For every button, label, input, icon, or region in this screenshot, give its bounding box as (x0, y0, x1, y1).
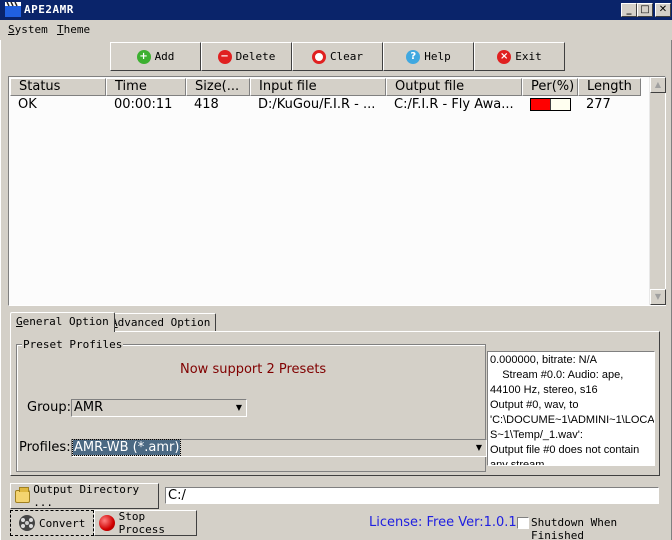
folder-icon (15, 486, 31, 503)
vertical-scrollbar[interactable]: ▲ ▼ (649, 77, 666, 305)
shutdown-label[interactable]: Shutdown When Finished (531, 516, 672, 540)
progress-bar (530, 98, 571, 111)
cell-percent (522, 96, 578, 113)
presets-note: Now support 2 Presets (180, 362, 327, 377)
license-info: License: Free Ver:1.0.1 (369, 515, 517, 530)
close-icon: ✕ (658, 4, 668, 15)
progress-fill (531, 99, 551, 110)
plus-icon: + (136, 49, 151, 64)
delete-button[interactable]: − Delete (201, 42, 292, 71)
log-line: Output #0, wav, to (490, 399, 579, 411)
column-output-file[interactable]: Output file (386, 78, 522, 96)
clapperboard-icon (5, 2, 21, 17)
menu-system[interactable]: System (8, 23, 48, 36)
cell-output-file: C:/F.I.R - Fly Awa... (394, 97, 514, 112)
arrow-up-icon: ▲ (654, 80, 662, 89)
tab-advanced-option[interactable]: Advanced Option (105, 313, 217, 331)
clear-button[interactable]: Clear (292, 42, 383, 71)
output-directory-input[interactable]: C:/ (165, 487, 659, 504)
menu-bar: System Theme (0, 20, 672, 40)
film-reel-icon (19, 515, 35, 531)
arrow-down-icon: ▼ (654, 292, 662, 301)
group-label: Group: (27, 400, 71, 415)
log-output[interactable]: 0.000000, bitrate: N/A Stream #0.0: Audi… (487, 351, 655, 466)
log-line: 0.000000, bitrate: N/A (490, 354, 598, 366)
file-list-header: Status Time Size(... Input file Output f… (10, 78, 641, 96)
cell-size: 418 (194, 97, 219, 112)
question-icon: ? (406, 49, 421, 64)
window-title: APE2AMR (24, 3, 74, 16)
frame-left (0, 40, 2, 540)
log-line: Stream #0.0: Audio: ape, (490, 369, 624, 381)
maximize-button[interactable]: □ (637, 3, 653, 17)
cell-input-file: D:/KuGou/F.I.R - ... (258, 97, 376, 112)
scroll-down-button[interactable]: ▼ (650, 289, 666, 305)
cell-status: OK (18, 97, 37, 112)
log-line: Output file #0 does not contain (490, 444, 640, 456)
column-status[interactable]: Status (10, 78, 106, 96)
minus-icon: − (217, 49, 232, 64)
help-button[interactable]: ? Help (383, 42, 474, 71)
table-row[interactable]: OK 00:00:11 418 D:/KuGou/F.I.R - ... C:/… (10, 96, 641, 113)
column-input-file[interactable]: Input file (250, 78, 386, 96)
title-bar[interactable]: APE2AMR _ □ ✕ (0, 0, 672, 20)
stop-icon (99, 515, 115, 531)
column-length[interactable]: Length (578, 78, 641, 96)
scroll-up-button[interactable]: ▲ (650, 77, 666, 93)
column-percent[interactable]: Per(%) (522, 78, 578, 96)
profiles-select[interactable]: AMR-WB (*.amr) ▼ (71, 439, 487, 457)
maximize-icon: □ (640, 4, 650, 15)
column-size[interactable]: Size(... (186, 78, 250, 96)
toolbar: + Add − Delete Clear ? Help × Exit (110, 42, 565, 71)
log-line: 'C:\DOCUME~1\ADMINI~1\LOCAL (490, 414, 655, 426)
preset-profiles-title: Preset Profiles (22, 338, 124, 351)
tab-general-option[interactable]: General Option (10, 312, 115, 332)
group-select[interactable]: AMR ▼ (71, 399, 247, 417)
minimize-icon: _ (626, 4, 632, 15)
output-directory-button[interactable]: Output Directory ... (10, 483, 159, 509)
log-line: 44100 Hz, stereo, s16 (490, 384, 598, 396)
minimize-button[interactable]: _ (621, 3, 637, 17)
ring-icon (311, 49, 326, 64)
x-icon: × (497, 49, 512, 64)
chevron-down-icon[interactable]: ▼ (233, 401, 245, 415)
menu-theme[interactable]: Theme (57, 23, 90, 36)
cell-length: 277 (586, 97, 611, 112)
chevron-down-icon[interactable]: ▼ (473, 441, 485, 455)
cell-time: 00:00:11 (114, 97, 173, 112)
log-line: any stream (490, 459, 545, 466)
file-list[interactable]: Status Time Size(... Input file Output f… (8, 76, 666, 306)
log-line: S~1\Temp/_1.wav': (490, 429, 583, 441)
close-button[interactable]: ✕ (655, 3, 671, 17)
convert-button[interactable]: Convert (10, 510, 94, 536)
stop-process-button[interactable]: Stop Process (94, 510, 197, 536)
column-time[interactable]: Time (106, 78, 186, 96)
shutdown-checkbox[interactable] (517, 517, 529, 529)
add-button[interactable]: + Add (110, 42, 201, 71)
exit-button[interactable]: × Exit (474, 42, 565, 71)
profiles-label: Profiles: (19, 440, 71, 455)
